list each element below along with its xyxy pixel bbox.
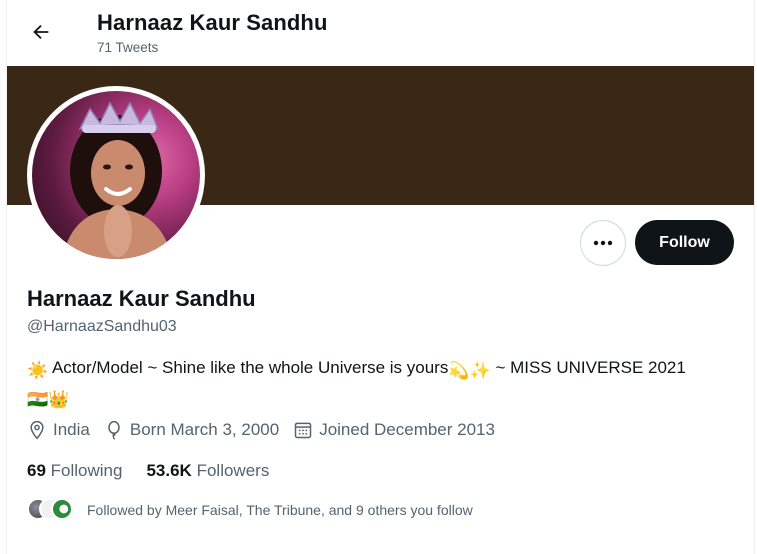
balloon-icon: [108, 420, 120, 440]
profile-meta: India Born March 3, 2000 Joined December…: [27, 420, 509, 440]
profile-name: Harnaaz Kaur Sandhu: [27, 286, 256, 311]
joined-item: Joined December 2013: [293, 420, 495, 440]
location-item: India: [27, 420, 90, 440]
sparkles-emoji: 💫✨: [448, 361, 491, 380]
bio-text: Actor/Model ~ Shine like the whole Unive…: [51, 358, 449, 377]
following-label: Following: [50, 461, 123, 480]
more-options-button[interactable]: [580, 220, 626, 266]
profile-page: Harnaaz Kaur Sandhu 71 Tweets Follow Har…: [6, 0, 755, 554]
mutual-avatar: [51, 498, 73, 520]
header-title: Harnaaz Kaur Sandhu: [97, 10, 328, 35]
followers-label: Followers: [196, 461, 270, 480]
profile-handle: @HarnaazSandhu03: [27, 318, 177, 335]
following-count: 69: [27, 461, 46, 480]
bio-suffix: ~ MISS UNIVERSE 2021: [495, 358, 686, 377]
birthdate-text: Born March 3, 2000: [129, 420, 280, 439]
top-bar: Harnaaz Kaur Sandhu 71 Tweets: [7, 0, 754, 66]
flag-crown-emoji: 🇮🇳👑: [27, 390, 70, 409]
calendar-icon: [294, 422, 312, 439]
followers-link[interactable]: 53.6K Followers: [146, 461, 269, 481]
sun-emoji: ☀️: [27, 361, 49, 380]
ellipsis-icon: [593, 240, 613, 246]
mutual-avatars: [27, 498, 73, 522]
birthdate-item: Born March 3, 2000: [104, 420, 279, 440]
location-pin-icon: [30, 420, 44, 440]
joined-text: Joined December 2013: [319, 420, 495, 439]
followed-by-text: Followed by Meer Faisal, The Tribune, an…: [87, 502, 473, 518]
following-link[interactable]: 69 Following: [27, 461, 122, 481]
profile-stats: 69 Following 53.6K Followers: [27, 461, 293, 481]
profile-bio: ☀️ Actor/Model ~ Shine like the whole Un…: [27, 355, 727, 413]
tweet-count: 71 Tweets: [97, 40, 159, 55]
profile-avatar[interactable]: [27, 86, 205, 264]
back-button[interactable]: [23, 14, 59, 50]
location-text: India: [53, 420, 90, 439]
arrow-left-icon: [33, 24, 49, 40]
followers-you-know[interactable]: Followed by Meer Faisal, The Tribune, an…: [27, 498, 473, 522]
followers-count: 53.6K: [146, 461, 192, 480]
follow-button[interactable]: Follow: [635, 220, 734, 265]
